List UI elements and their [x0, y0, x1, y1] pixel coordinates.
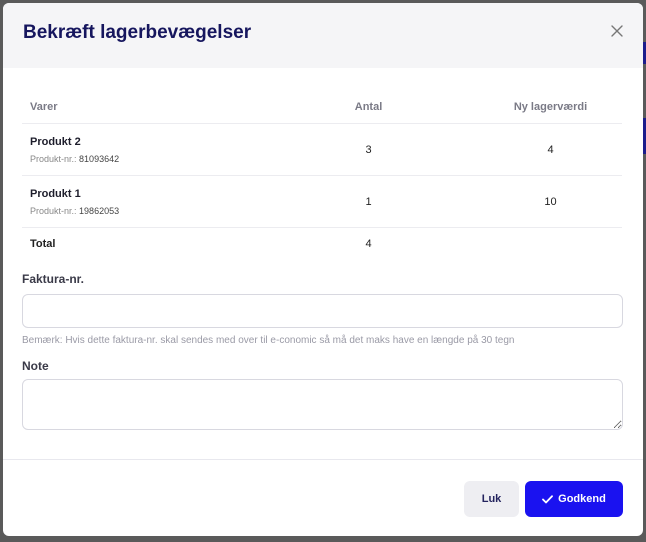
product-name: Produkt 2 — [30, 135, 81, 148]
product-new-stock: 10 — [479, 175, 622, 228]
total-label: Total — [30, 238, 56, 250]
total-stock-empty — [479, 228, 622, 261]
product-number: Produkt-nr.: 81093642 — [30, 153, 120, 164]
close-button[interactable] — [611, 25, 627, 41]
modal-title: Bekræft lagerbevægelser — [23, 22, 252, 43]
footer-divider — [3, 459, 643, 460]
table-row: Produkt 1 Produkt-nr.: 19862053 1 10 — [22, 175, 622, 228]
note-textarea[interactable] — [22, 379, 623, 430]
modal-body: Varer Antal Ny lagerværdi Produkt 2 Prod… — [3, 91, 643, 430]
product-new-stock: 4 — [479, 123, 622, 176]
invoice-number-hint: Bemærk: Hvis dette faktura-nr. skal send… — [22, 335, 515, 346]
product-cell: Produkt 1 Produkt-nr.: 19862053 — [22, 175, 258, 228]
close-button-label: Luk — [481, 493, 502, 505]
check-icon — [542, 494, 554, 504]
modal-header: Bekræft lagerbevægelser — [3, 3, 643, 68]
product-qty: 3 — [258, 123, 479, 176]
column-header-item: Varer — [22, 91, 258, 124]
invoice-number-input[interactable] — [22, 294, 623, 328]
note-label: Note — [22, 359, 49, 373]
table-row: Produkt 2 Produkt-nr.: 81093642 3 4 — [22, 123, 622, 176]
product-name: Produkt 1 — [30, 187, 81, 200]
product-cell: Produkt 2 Produkt-nr.: 81093642 — [22, 123, 258, 176]
column-header-stock: Ny lagerværdi — [479, 91, 622, 124]
invoice-number-label: Faktura-nr. — [22, 272, 85, 286]
items-table: Varer Antal Ny lagerværdi Produkt 2 Prod… — [22, 91, 622, 260]
approve-button[interactable]: Godkend — [525, 481, 623, 517]
total-row: Total 4 — [22, 228, 622, 261]
close-dialog-button[interactable]: Luk — [464, 481, 519, 517]
column-header-qty: Antal — [258, 91, 479, 124]
close-icon — [611, 25, 623, 37]
product-qty: 1 — [258, 175, 479, 228]
product-number: Produkt-nr.: 19862053 — [30, 205, 120, 216]
approve-button-label: Godkend — [558, 493, 606, 505]
total-qty: 4 — [365, 238, 372, 250]
confirm-stock-movements-dialog: Bekræft lagerbevægelser Varer Antal Ny l… — [3, 3, 643, 536]
table-header-row: Varer Antal Ny lagerværdi — [22, 91, 622, 124]
